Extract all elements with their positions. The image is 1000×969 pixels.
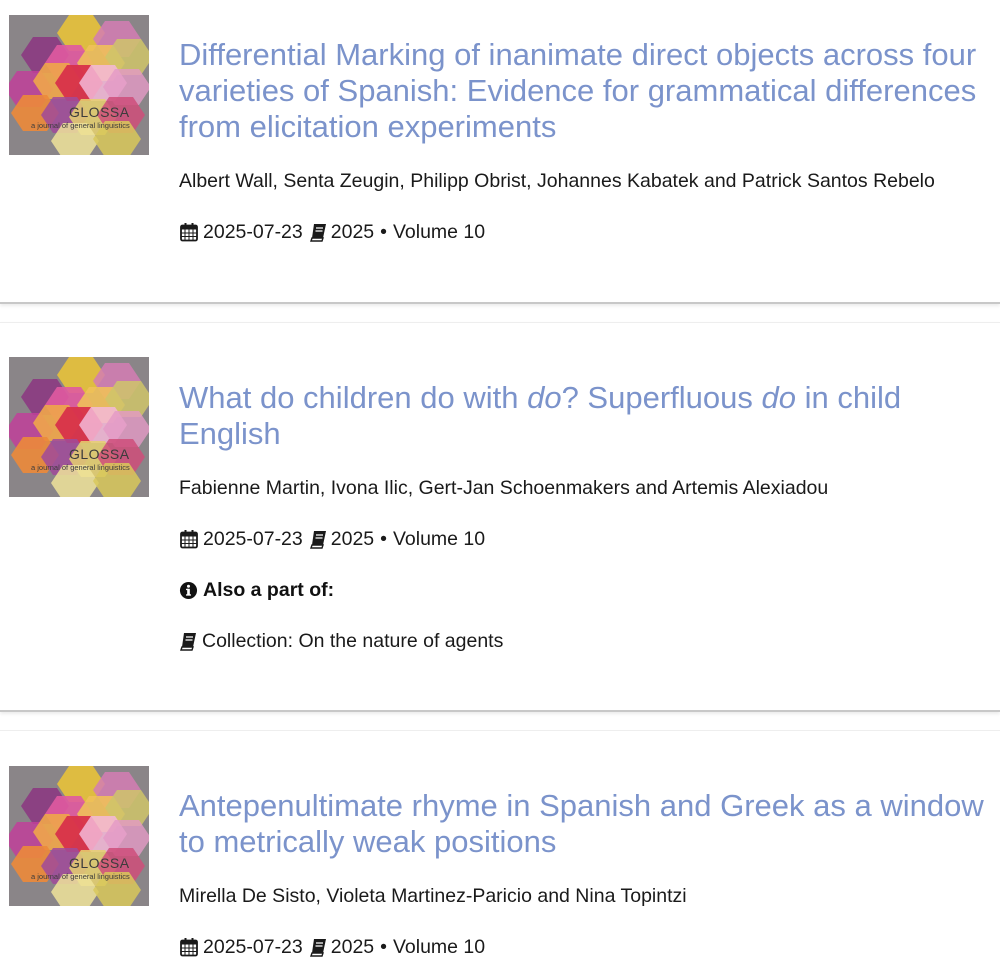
calendar-icon	[180, 938, 198, 957]
cover-subtitle: a journal of general linguistics	[31, 872, 130, 881]
article-title: Differential Marking of inanimate direct…	[179, 37, 986, 145]
book-icon	[180, 633, 196, 651]
book-icon	[309, 224, 326, 242]
article-meta: 2025-07-23 2025 • Volume 10	[179, 220, 986, 244]
article-content: Antepenultimate rhyme in Spanish and Gre…	[179, 788, 986, 959]
issue-volume[interactable]: Volume 10	[393, 220, 485, 244]
book-icon	[309, 531, 326, 549]
cover-title: GLOSSA	[69, 104, 130, 120]
article-date: 2025-07-23	[203, 528, 303, 550]
issue-year[interactable]: 2025	[331, 935, 374, 959]
hexagon-pattern-icon	[9, 357, 149, 497]
journal-cover-image[interactable]: GLOSSA a journal of general linguistics	[9, 766, 149, 906]
article-title-link[interactable]: What do children do with do? Superfluous…	[179, 380, 901, 451]
title-part: ? Superfluous	[561, 380, 762, 415]
issue-volume[interactable]: Volume 10	[393, 935, 485, 959]
meta-separator: •	[380, 936, 387, 958]
title-part-italic: do	[527, 380, 562, 415]
article-authors: Fabienne Martin, Ivona Ilic, Gert-Jan Sc…	[179, 477, 829, 499]
article-content: What do children do with do? Superfluous…	[179, 380, 986, 653]
hexagon-pattern-icon	[9, 15, 149, 155]
article-list: GLOSSA a journal of general linguistics …	[0, 0, 1000, 969]
issue-year[interactable]: 2025	[331, 527, 374, 551]
journal-cover-image[interactable]: GLOSSA a journal of general linguistics	[9, 357, 149, 497]
also-part-of-heading: Also a part of:	[179, 578, 986, 602]
article-card: GLOSSA a journal of general linguistics …	[0, 0, 1000, 304]
article-title-link[interactable]: Differential Marking of inanimate direct…	[179, 37, 976, 144]
cover-title: GLOSSA	[69, 446, 130, 462]
title-part-italic: do	[761, 380, 796, 415]
cover-subtitle: a journal of general linguistics	[31, 463, 130, 472]
collection-link[interactable]: Collection: On the nature of agents	[202, 629, 503, 653]
cover-title: GLOSSA	[69, 855, 130, 871]
meta-separator: •	[380, 528, 387, 550]
calendar-icon	[180, 530, 198, 549]
hexagon-pattern-icon	[9, 766, 149, 906]
article-date: 2025-07-23	[203, 936, 303, 958]
issue-volume[interactable]: Volume 10	[393, 527, 485, 551]
issue-year[interactable]: 2025	[331, 220, 374, 244]
calendar-icon	[180, 223, 198, 242]
article-title: What do children do with do? Superfluous…	[179, 380, 986, 452]
article-authors: Albert Wall, Senta Zeugin, Philipp Obris…	[179, 170, 935, 192]
meta-separator: •	[380, 221, 387, 243]
info-circle-icon	[179, 581, 198, 599]
title-part: What do children do with	[179, 380, 528, 415]
article-card: GLOSSA a journal of general linguistics …	[0, 730, 1000, 969]
journal-cover-image[interactable]: GLOSSA a journal of general linguistics	[9, 15, 149, 155]
article-title: Antepenultimate rhyme in Spanish and Gre…	[179, 788, 986, 860]
book-icon	[309, 939, 326, 957]
article-content: Differential Marking of inanimate direct…	[179, 37, 986, 244]
article-meta: 2025-07-23 2025 • Volume 10	[179, 527, 986, 551]
article-meta: 2025-07-23 2025 • Volume 10	[179, 935, 986, 959]
also-part-of-label: Also a part of:	[203, 579, 335, 601]
article-authors: Mirella De Sisto, Violeta Martinez-Paric…	[179, 885, 687, 907]
article-title-link[interactable]: Antepenultimate rhyme in Spanish and Gre…	[179, 788, 984, 859]
cover-subtitle: a journal of general linguistics	[31, 121, 130, 130]
article-date: 2025-07-23	[203, 221, 303, 243]
collection-link-row: Collection: On the nature of agents	[179, 629, 986, 653]
article-card: GLOSSA a journal of general linguistics …	[0, 322, 1000, 712]
